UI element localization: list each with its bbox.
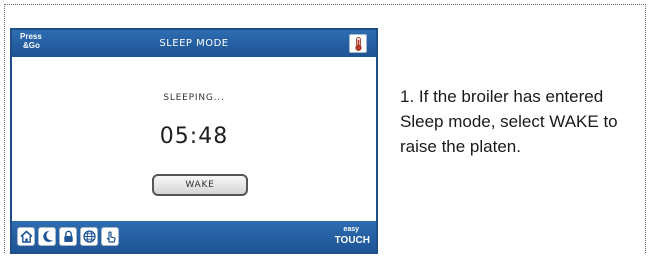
hand-pointer-icon [106, 231, 116, 243]
bottom-bar: easy TOUCH [12, 221, 376, 252]
status-text: SLEEPING... [163, 93, 225, 103]
sleep-timer: 05:48 [159, 124, 229, 149]
instruction-step-1: 1. If the broiler has entered Sleep mode… [400, 87, 618, 156]
wake-button[interactable]: WAKE [152, 174, 248, 196]
moon-icon [43, 230, 53, 242]
top-bar: Press &Go SLEEP MODE [12, 30, 376, 57]
easy-touch-logo-line1: easy [343, 226, 359, 233]
thermometer-icon [355, 37, 362, 51]
device-screen: Press &Go SLEEP MODE SLEEPING... 05:48 W… [10, 28, 378, 254]
globe-icon [83, 230, 96, 243]
easy-touch-logo-line2: TOUCH [334, 235, 370, 246]
mode-title: SLEEP MODE [159, 38, 229, 49]
home-button[interactable] [17, 227, 35, 246]
lock-icon [64, 230, 73, 242]
temperature-button[interactable] [349, 34, 367, 53]
language-button[interactable] [80, 227, 98, 246]
lock-button[interactable] [59, 227, 77, 246]
home-icon [20, 230, 33, 243]
sleep-button[interactable] [38, 227, 56, 246]
touch-settings-button[interactable] [101, 227, 119, 246]
